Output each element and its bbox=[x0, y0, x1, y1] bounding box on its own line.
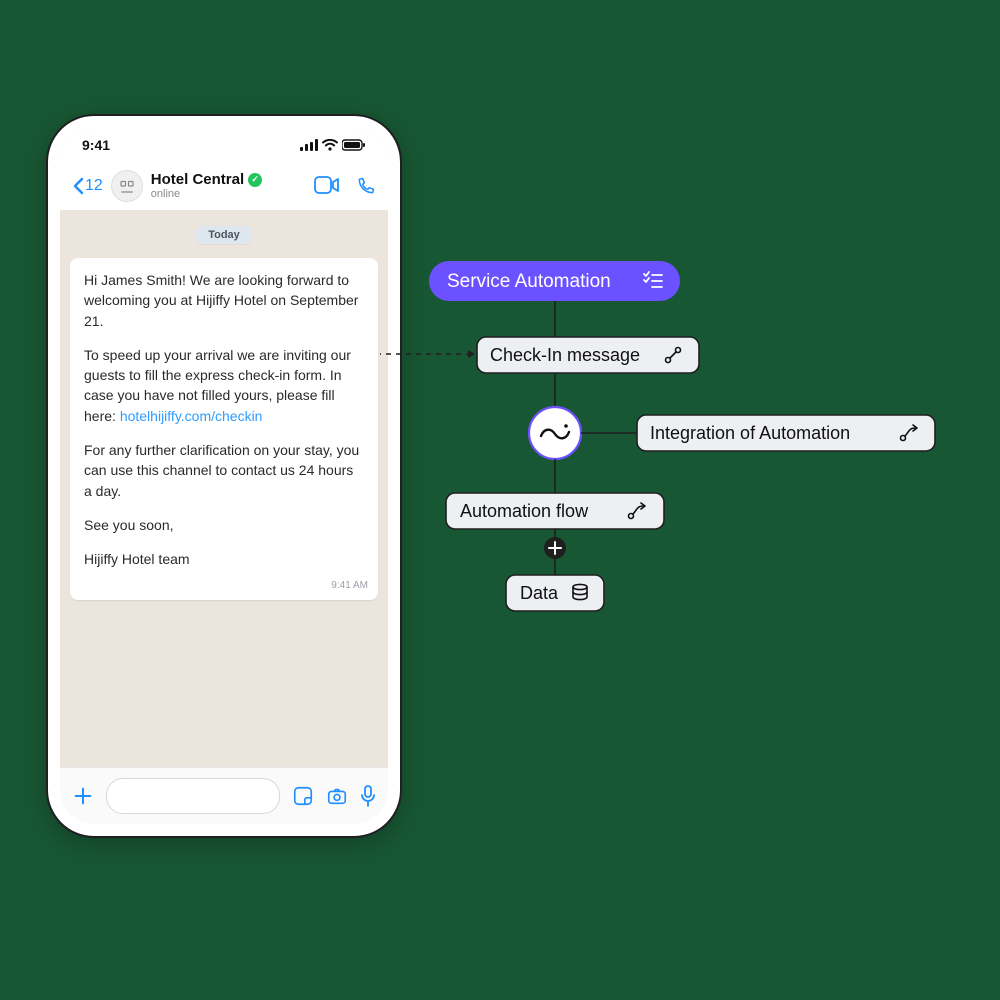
node-service-automation[interactable]: Service Automation bbox=[429, 261, 680, 301]
wifi-icon bbox=[322, 139, 338, 151]
message-input[interactable] bbox=[106, 778, 280, 814]
node-data[interactable]: Data bbox=[506, 575, 604, 611]
checkin-link[interactable]: hotelhijiffy.com/checkin bbox=[120, 408, 263, 424]
node-label: Integration of Automation bbox=[650, 423, 850, 443]
chat-title[interactable]: Hotel Central ✓ bbox=[151, 172, 306, 189]
msg-paragraph: Hi James Smith! We are looking forward t… bbox=[84, 270, 364, 331]
video-call-icon[interactable] bbox=[314, 176, 340, 194]
msg-paragraph: Hijiffy Hotel team bbox=[84, 549, 364, 569]
avatar[interactable] bbox=[111, 170, 143, 202]
status-icons bbox=[300, 139, 366, 151]
phone-notch bbox=[149, 116, 299, 144]
chevron-left-icon bbox=[72, 177, 84, 195]
verified-icon: ✓ bbox=[248, 173, 262, 187]
camera-icon[interactable] bbox=[326, 785, 348, 807]
phone-call-icon[interactable] bbox=[356, 176, 376, 196]
hub-logo-dot bbox=[564, 424, 568, 428]
add-node-button[interactable] bbox=[544, 537, 566, 559]
node-check-in-message[interactable]: Check-In message bbox=[477, 337, 699, 373]
back-count: 12 bbox=[85, 177, 103, 195]
input-bar bbox=[60, 767, 388, 824]
node-label: Service Automation bbox=[447, 271, 611, 292]
automation-flow-diagram: Service Automation Check-In message bbox=[380, 180, 980, 660]
cellular-icon bbox=[300, 139, 318, 151]
node-label: Data bbox=[520, 583, 559, 603]
node-automation-flow[interactable]: Automation flow bbox=[446, 493, 664, 529]
presence-text: online bbox=[151, 188, 306, 200]
microphone-icon[interactable] bbox=[360, 785, 376, 807]
arrowhead-icon bbox=[468, 350, 475, 358]
node-integration-of-automation[interactable]: Integration of Automation bbox=[637, 415, 935, 451]
phone-screen: 9:41 12 Hotel Central bbox=[60, 128, 388, 824]
msg-paragraph: For any further clarification on your st… bbox=[84, 440, 364, 501]
back-button[interactable]: 12 bbox=[72, 177, 103, 195]
plus-icon[interactable] bbox=[72, 785, 94, 807]
node-label: Check-In message bbox=[490, 345, 640, 365]
chat-title-text: Hotel Central bbox=[151, 172, 244, 189]
msg-paragraph: See you soon, bbox=[84, 515, 364, 535]
clock-text: 9:41 bbox=[82, 137, 110, 153]
message-timestamp: 9:41 AM bbox=[331, 579, 368, 594]
phone-frame: 9:41 12 Hotel Central bbox=[46, 114, 402, 838]
automation-hub[interactable] bbox=[529, 407, 581, 459]
date-chip: Today bbox=[196, 226, 252, 244]
chat-body: Today Hi James Smith! We are looking for… bbox=[60, 210, 388, 768]
chat-header: 12 Hotel Central ✓ online bbox=[60, 162, 388, 211]
msg-paragraph: To speed up your arrival we are inviting… bbox=[84, 345, 364, 426]
node-label: Automation flow bbox=[460, 501, 589, 521]
incoming-message: Hi James Smith! We are looking forward t… bbox=[70, 258, 378, 600]
sticker-icon[interactable] bbox=[292, 785, 314, 807]
avatar-placeholder-icon bbox=[118, 177, 136, 195]
battery-icon bbox=[342, 139, 366, 151]
